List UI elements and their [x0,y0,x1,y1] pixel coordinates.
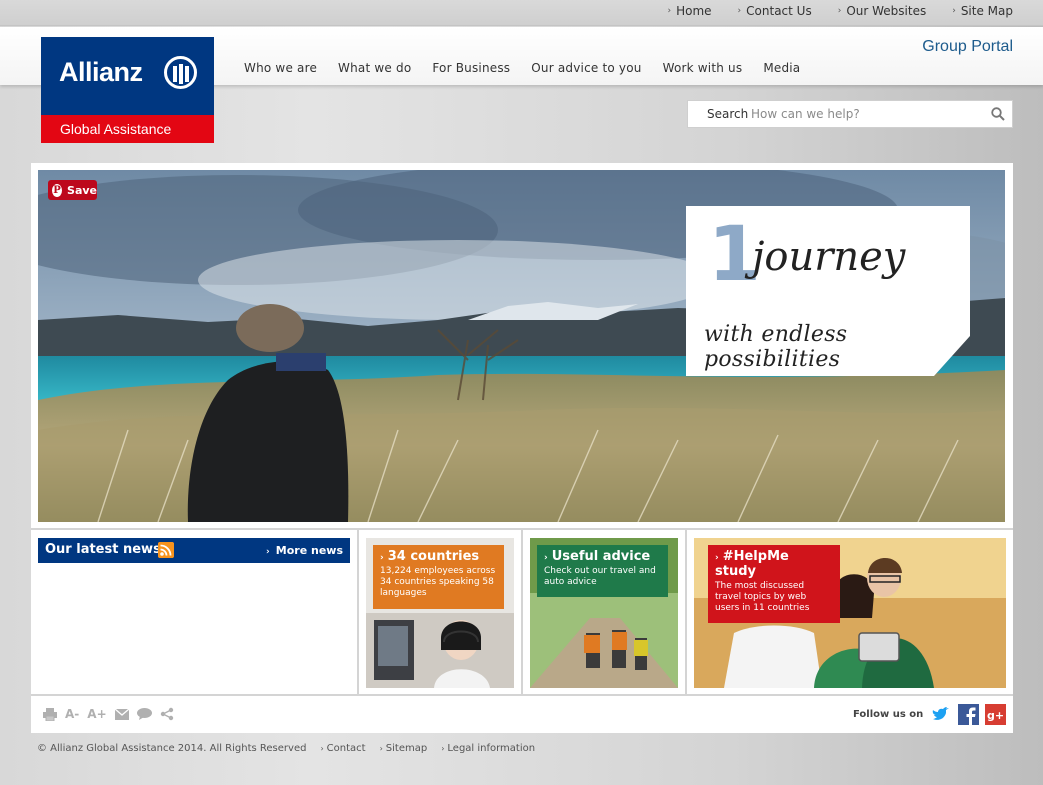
nav-for-business[interactable]: For Business [432,61,510,75]
chevron-right-icon: › [544,553,548,563]
nav-our-advice[interactable]: Our advice to you [531,61,641,75]
tile-countries-desc: 13,224 employees across 34 countries spe… [380,566,496,598]
nav-work-with-us[interactable]: Work with us [663,61,743,75]
nav-media[interactable]: Media [763,61,800,75]
svg-text:g+: g+ [987,709,1004,722]
copyright-text: © Allianz Global Assistance 2014. All Ri… [37,743,307,754]
divider [357,530,359,694]
footer-link-legal[interactable]: › Legal information [441,743,535,754]
more-news-label: More news [275,544,343,557]
tile-countries-caption: › 34 countries 13,224 employees across 34… [373,545,504,609]
chevron-right-icon: › [667,6,672,16]
tile-helpme-title: #HelpMe study [715,549,789,579]
font-larger-button[interactable]: A+ [87,707,106,721]
util-link-contact[interactable]: › Contact Us [738,4,812,18]
search-label: Search [707,107,749,121]
chevron-right-icon: › [379,744,383,753]
tile-useful-advice-caption: › Useful advice Check out our travel and … [537,545,668,597]
nav-what-we-do[interactable]: What we do [338,61,411,75]
hero-card-subtitle: with endless possibilities [704,322,848,372]
footer: © Allianz Global Assistance 2014. All Ri… [37,743,535,754]
utility-links: › Home › Contact Us › Our Websites › Site Ma… [642,4,1014,18]
google-plus-icon[interactable]: g+ [985,704,1006,725]
tile-useful-advice-heading: › Useful advice [544,549,661,564]
pinterest-icon: P [52,183,63,197]
share-icon[interactable] [160,707,174,721]
divider [31,694,1013,696]
allianz-logo[interactable]: Allianz Global Assistance [41,37,214,143]
divider [521,530,523,694]
search-input[interactable] [751,104,981,124]
chevron-right-icon: › [380,553,384,563]
more-news-link[interactable]: › More news [266,544,343,557]
tile-helpme-caption: › #HelpMe study The most discussed travel… [708,545,840,623]
hero-card-title: journey [752,234,906,280]
footer-link-sitemap[interactable]: › Sitemap [380,743,428,754]
chevron-right-icon: › [737,6,742,16]
util-link-websites[interactable]: › Our Websites [838,4,927,18]
tile-countries-title: 34 countries [387,549,480,564]
util-link-home[interactable]: › Home [668,4,712,18]
utility-bar: › Home › Contact Us › Our Websites › Site Ma… [0,0,1043,26]
tile-countries[interactable]: › 34 countries 13,224 employees across 34… [366,538,514,688]
search-icon[interactable] [991,107,1005,121]
chevron-right-icon: › [320,744,324,753]
tile-helpme-study[interactable]: › #HelpMe study The most discussed travel… [694,538,1006,688]
latest-news-title: Our latest news [45,542,161,557]
logo-subtitle: Global Assistance [41,115,214,143]
latest-news-header: Our latest news › More news [38,538,350,563]
font-smaller-button[interactable]: A- [65,707,79,721]
footer-link-label: Sitemap [385,743,428,754]
util-link-label: Site Map [960,4,1013,18]
facebook-icon[interactable] [958,704,979,725]
util-link-sitemap[interactable]: › Site Map [952,4,1013,18]
util-link-label: Home [676,4,712,18]
email-icon[interactable] [114,708,129,720]
follow-us-label: Follow us on [853,709,924,720]
chevron-right-icon: › [837,6,842,16]
rss-icon[interactable] [158,542,174,558]
hero-promo-card[interactable]: 1 journey with endless possibilities [686,206,970,376]
util-link-label: Our Websites [846,4,927,18]
logo-word: Allianz [59,57,143,87]
chevron-right-icon: › [266,547,270,557]
chevron-right-icon: › [952,6,956,16]
util-link-label: Contact Us [746,4,812,18]
chevron-right-icon: › [441,744,445,753]
twitter-icon[interactable] [931,704,952,725]
comment-icon[interactable] [136,708,152,720]
chevron-right-icon: › [715,553,719,563]
tile-helpme-heading: › #HelpMe study [715,549,833,579]
footer-link-label: Legal information [447,743,536,754]
divider [685,530,687,694]
search-box: Search [687,100,1013,128]
pinterest-save-label: Save [67,183,97,197]
tile-useful-advice-title: Useful advice [551,549,651,564]
group-portal-link[interactable]: Group Portal [922,38,1013,56]
tile-helpme-desc: The most discussed travel topics by web … [715,581,810,613]
nav-who-we-are[interactable]: Who we are [244,61,317,75]
print-icon[interactable] [43,707,57,721]
footer-link-label: Contact [326,743,366,754]
tile-useful-advice-desc: Check out our travel and auto advice [544,566,656,587]
footer-link-contact[interactable]: › Contact [320,743,365,754]
main-nav: Who we are What we do For Business Our a… [244,61,821,75]
tile-countries-heading: › 34 countries [380,549,497,564]
pinterest-save-button[interactable]: P Save [48,180,97,200]
eagle-icon [164,56,197,89]
tile-useful-advice[interactable]: › Useful advice Check out our travel and … [530,538,678,688]
page-tools: A- A+ [43,707,174,721]
